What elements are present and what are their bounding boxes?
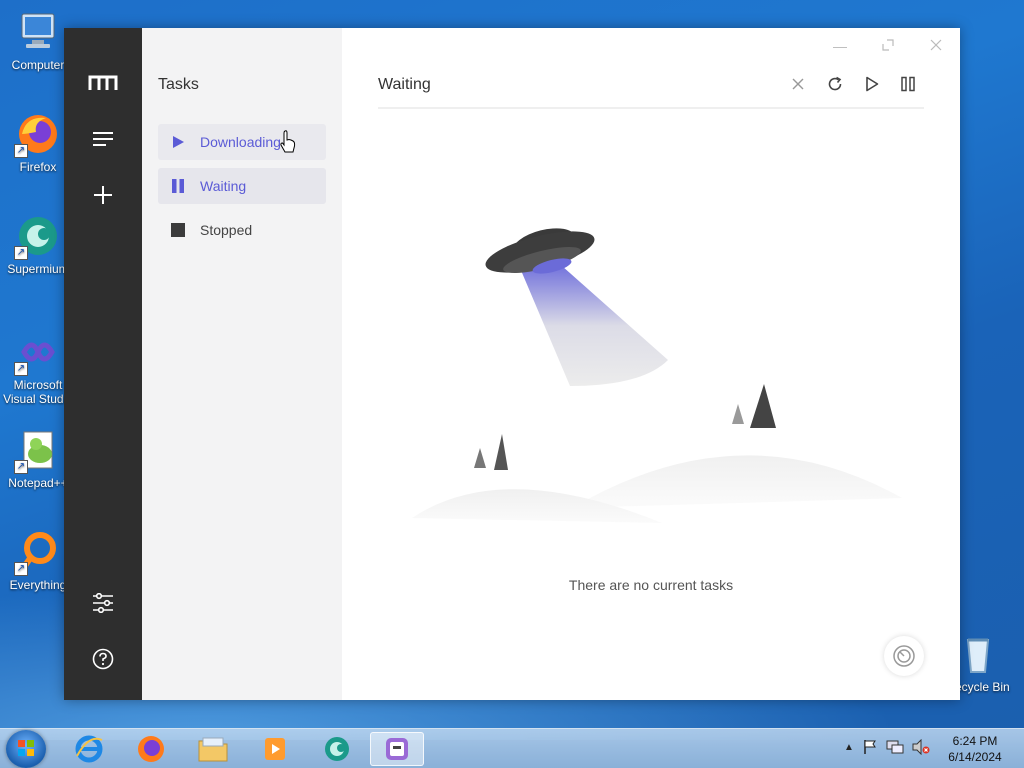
computer-icon (16, 10, 60, 54)
refresh-button[interactable] (823, 72, 847, 96)
minimize-button[interactable]: — (828, 34, 852, 58)
taskbar-internet-explorer[interactable] (62, 732, 116, 766)
ufo-empty-illustration (412, 228, 902, 523)
maximize-button[interactable] (876, 34, 900, 58)
resume-all-button[interactable] (860, 72, 884, 96)
shortcut-arrow-icon: ↗ (14, 562, 28, 576)
action-center-flag-icon[interactable] (862, 739, 878, 755)
firefox-icon: ↗ (14, 112, 60, 158)
task-sidebar: Tasks Downloading Waiting Stopped (142, 28, 342, 700)
refresh-icon (828, 76, 842, 91)
sliders-icon[interactable] (88, 588, 118, 618)
app-rail (64, 28, 142, 700)
start-button[interactable] (6, 730, 46, 768)
clock-time: 6:24 PM (952, 734, 998, 748)
stop-icon (171, 223, 185, 237)
system-tray: ▲ (844, 739, 930, 755)
taskbar-motrix[interactable] (370, 732, 424, 766)
desktop-icon-label: Microsoft Visual Studio (3, 378, 73, 406)
supermium-icon (325, 737, 349, 761)
recycle-bin-icon (956, 632, 1000, 676)
supermium-icon: ↗ (14, 214, 60, 260)
media-player-icon (265, 738, 285, 760)
close-icon (930, 39, 942, 51)
hamburger-menu-icon[interactable] (88, 124, 118, 154)
sidebar-item-label: Waiting (200, 178, 247, 194)
desktop-icon-label: Firefox (19, 160, 57, 174)
windows-taskbar: ▲ 6:24 PM 6/14/2024 (0, 728, 1024, 768)
shortcut-arrow-icon: ↗ (14, 460, 28, 474)
desktop-icon-label: Supermium (7, 262, 69, 276)
shortcut-arrow-icon: ↗ (14, 246, 28, 260)
taskbar-media-player[interactable] (248, 732, 302, 766)
shortcut-arrow-icon: ↗ (14, 362, 28, 376)
everything-search-icon: ↗ (14, 530, 60, 576)
taskbar-clock[interactable]: 6:24 PM 6/14/2024 (940, 733, 1010, 765)
motrix-app-icon (386, 738, 408, 760)
shortcut-arrow-icon: ↗ (14, 144, 28, 158)
desktop-icon-label: Computer (11, 58, 65, 72)
pause-icon (901, 76, 915, 92)
main-panel: — Waiting There are no current tasks (342, 28, 960, 700)
taskbar-supermium[interactable] (310, 732, 364, 766)
clock-date: 6/14/2024 (948, 750, 1002, 764)
volume-muted-icon[interactable] (912, 739, 930, 755)
speed-limit-button[interactable] (884, 636, 924, 676)
header-divider (378, 107, 924, 109)
windows-logo-icon (18, 740, 34, 756)
motrix-window: Tasks Downloading Waiting Stopped — Wait… (64, 28, 960, 700)
help-circle-icon[interactable] (88, 644, 118, 674)
notepadpp-icon: ↗ (14, 428, 60, 474)
sidebar-item-downloading[interactable]: Downloading (158, 124, 326, 160)
play-icon (173, 136, 184, 148)
sidebar-item-label: Downloading (200, 134, 281, 150)
sidebar-item-stopped[interactable]: Stopped (158, 212, 326, 248)
maximize-icon (882, 39, 894, 51)
play-icon (866, 76, 879, 92)
desktop-icon-label: Everything (9, 578, 67, 592)
visual-studio-icon: ↗ (14, 330, 60, 376)
add-task-icon[interactable] (88, 180, 118, 210)
sidebar-title: Tasks (158, 76, 199, 93)
network-icon[interactable] (886, 739, 904, 755)
hand-cursor-icon (280, 130, 296, 153)
close-window-button[interactable] (924, 34, 948, 58)
speedometer-icon (893, 645, 915, 667)
taskbar-file-explorer[interactable] (186, 732, 240, 766)
tray-expand-icon[interactable]: ▲ (844, 742, 854, 753)
sidebar-item-waiting[interactable]: Waiting (158, 168, 326, 204)
pause-icon (172, 179, 184, 193)
empty-state-message: There are no current tasks (568, 577, 734, 593)
firefox-icon (138, 736, 164, 762)
sidebar-item-label: Stopped (200, 222, 253, 238)
folder-icon (198, 737, 228, 762)
desktop-icon-label: Notepad++ (8, 476, 68, 490)
page-title: Waiting (378, 76, 431, 93)
taskbar-firefox[interactable] (124, 732, 178, 766)
internet-explorer-icon (75, 735, 103, 763)
close-icon (792, 78, 804, 90)
motrix-logo-icon[interactable] (88, 68, 118, 98)
clear-tasks-button[interactable] (786, 72, 810, 96)
pause-all-button[interactable] (896, 72, 920, 96)
